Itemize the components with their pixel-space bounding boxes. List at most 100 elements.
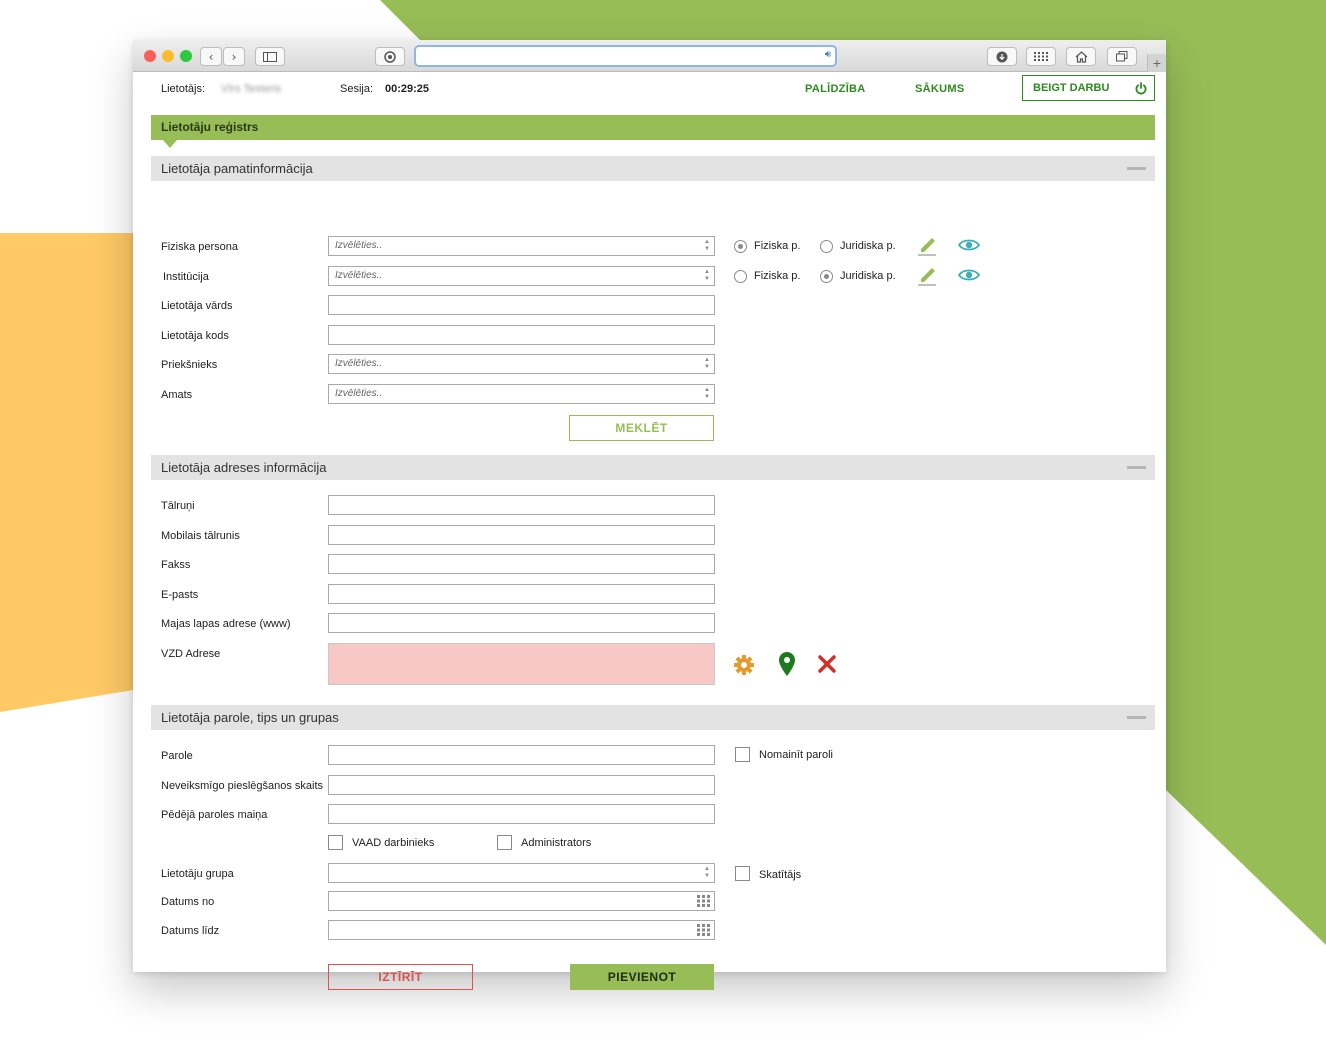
page-title-text: Lietotāju reģistrs bbox=[161, 120, 259, 134]
select-placeholder: Izvēlēties.. bbox=[335, 358, 383, 369]
power-icon bbox=[1135, 82, 1147, 95]
zoom-window-button[interactable] bbox=[180, 50, 192, 62]
last-password-change-label: Pēdējā paroles maiņa bbox=[161, 809, 268, 821]
page-title: Lietotāju reģistrs bbox=[151, 115, 1155, 148]
vzd-address-field[interactable] bbox=[328, 643, 715, 685]
help-link[interactable]: PALĪDZĪBA bbox=[805, 83, 866, 95]
spinner-icon: ▲ ▼ bbox=[704, 387, 710, 400]
sidebar-button[interactable] bbox=[255, 47, 285, 66]
download-button[interactable] bbox=[987, 47, 1017, 66]
reader-icon bbox=[384, 50, 396, 63]
reader-button[interactable] bbox=[375, 47, 405, 66]
radio-legal-label: Juridiska p. bbox=[840, 270, 896, 282]
audio-icon[interactable]: 🔊︎ bbox=[825, 49, 831, 60]
radio-legal-row2[interactable] bbox=[820, 270, 833, 283]
position-select[interactable]: Izvēlēties.. ▲ ▼ bbox=[328, 384, 715, 404]
user-code-input[interactable] bbox=[328, 325, 715, 345]
phones-input[interactable] bbox=[328, 495, 715, 515]
apps-icon bbox=[1034, 52, 1048, 61]
close-icon[interactable] bbox=[817, 654, 837, 674]
physical-person-select[interactable]: Izvēlēties.. ▲ ▼ bbox=[328, 236, 715, 256]
supervisor-label: Priekšnieks bbox=[161, 359, 218, 371]
tabs-button[interactable] bbox=[1107, 47, 1137, 66]
section-address-header[interactable]: Lietotāja adreses informācija bbox=[151, 455, 1155, 480]
collapse-icon[interactable] bbox=[1127, 167, 1146, 170]
fax-input[interactable] bbox=[328, 554, 715, 574]
last-password-change-input[interactable] bbox=[328, 804, 715, 824]
home-icon bbox=[1075, 50, 1087, 63]
date-from-input[interactable] bbox=[328, 891, 715, 911]
address-bar[interactable]: 🔊︎ bbox=[414, 45, 837, 67]
failed-logins-input[interactable] bbox=[328, 775, 715, 795]
section-basic-info-header[interactable]: Lietotāja pamatinformācija bbox=[151, 156, 1155, 181]
home-button[interactable] bbox=[1066, 47, 1096, 66]
forward-icon: › bbox=[231, 49, 237, 64]
back-button[interactable]: ‹ bbox=[200, 47, 222, 66]
radio-physical-row1[interactable] bbox=[734, 240, 747, 253]
section-address-title: Lietotāja adreses informācija bbox=[161, 460, 327, 475]
session-label: Sesija: bbox=[340, 83, 374, 95]
date-from-label: Datums no bbox=[161, 896, 215, 908]
minimize-window-button[interactable] bbox=[162, 50, 174, 62]
radio-legal-row1[interactable] bbox=[820, 240, 833, 253]
website-input[interactable] bbox=[328, 613, 715, 633]
user-label: Lietotājs: bbox=[161, 83, 206, 95]
email-input[interactable] bbox=[328, 584, 715, 604]
browser-window: ‹ › 🔊︎ + Lietotājs: Vīrs Testeris Sesija… bbox=[133, 40, 1166, 990]
map-pin-icon[interactable] bbox=[779, 652, 795, 676]
eye-icon[interactable] bbox=[958, 268, 980, 282]
radio-physical-row2[interactable] bbox=[734, 270, 747, 283]
change-password-label: Nomainīt paroli bbox=[759, 749, 833, 761]
vzd-address-label: VZD Adrese bbox=[161, 648, 221, 660]
back-icon: ‹ bbox=[208, 49, 214, 64]
position-label: Amats bbox=[161, 389, 193, 401]
institution-label: Institūcija bbox=[163, 271, 209, 283]
section-password-header[interactable]: Lietotāja parole, tips un grupas bbox=[151, 705, 1155, 730]
radio-physical-label: Fiziska p. bbox=[754, 270, 801, 282]
institution-select[interactable]: Izvēlēties.. ▲ ▼ bbox=[328, 266, 715, 286]
spinner-icon: ▲ ▼ bbox=[704, 866, 710, 879]
sidebar-icon bbox=[263, 51, 277, 62]
tabs-icon bbox=[1116, 51, 1128, 62]
viewer-checkbox[interactable] bbox=[735, 866, 750, 881]
pencil-icon[interactable] bbox=[916, 264, 938, 286]
user-group-label: Lietotāju grupa bbox=[161, 868, 234, 880]
change-password-checkbox[interactable] bbox=[735, 747, 750, 762]
clear-button[interactable]: IZTĪRĪT bbox=[328, 964, 473, 990]
download-icon bbox=[996, 51, 1008, 62]
logout-button[interactable]: BEIGT DARBU bbox=[1022, 75, 1155, 101]
calendar-icon[interactable] bbox=[697, 895, 710, 907]
spinner-icon: ▲ ▼ bbox=[704, 269, 710, 282]
eye-icon[interactable] bbox=[958, 238, 980, 252]
apps-button[interactable] bbox=[1026, 47, 1056, 66]
physical-person-label: Fiziska persona bbox=[161, 241, 239, 253]
select-placeholder: Izvēlēties.. bbox=[335, 388, 383, 399]
search-button[interactable]: MEKLĒT bbox=[569, 415, 714, 441]
pencil-icon[interactable] bbox=[916, 234, 938, 256]
home-link[interactable]: SĀKUMS bbox=[915, 83, 964, 95]
username-input[interactable] bbox=[328, 295, 715, 315]
user-group-select[interactable]: ▲ ▼ bbox=[328, 863, 715, 883]
calendar-icon[interactable] bbox=[697, 924, 710, 936]
browser-toolbar: ‹ › 🔊︎ + bbox=[133, 40, 1166, 72]
mobile-input[interactable] bbox=[328, 525, 715, 545]
collapse-icon[interactable] bbox=[1127, 716, 1146, 719]
mobile-label: Mobilais tālrunis bbox=[161, 530, 240, 542]
close-window-button[interactable] bbox=[144, 50, 156, 62]
user-value: Vīrs Testeris bbox=[221, 83, 282, 95]
forward-button[interactable]: › bbox=[223, 47, 245, 66]
logout-label: BEIGT DARBU bbox=[1033, 82, 1110, 94]
date-to-input[interactable] bbox=[328, 920, 715, 940]
administrator-checkbox[interactable] bbox=[497, 835, 512, 850]
section-password-title: Lietotāja parole, tips un grupas bbox=[161, 710, 339, 725]
gear-icon[interactable] bbox=[734, 655, 754, 675]
date-to-label: Datums līdz bbox=[161, 925, 220, 937]
password-label: Parole bbox=[161, 750, 193, 762]
collapse-icon[interactable] bbox=[1127, 466, 1146, 469]
password-input[interactable] bbox=[328, 745, 715, 765]
new-tab-button[interactable]: + bbox=[1147, 54, 1166, 72]
add-button[interactable]: PIEVIENOT bbox=[570, 964, 714, 990]
supervisor-select[interactable]: Izvēlēties.. ▲ ▼ bbox=[328, 354, 715, 374]
user-code-label: Lietotāja kods bbox=[161, 330, 229, 342]
vaad-employee-checkbox[interactable] bbox=[328, 835, 343, 850]
